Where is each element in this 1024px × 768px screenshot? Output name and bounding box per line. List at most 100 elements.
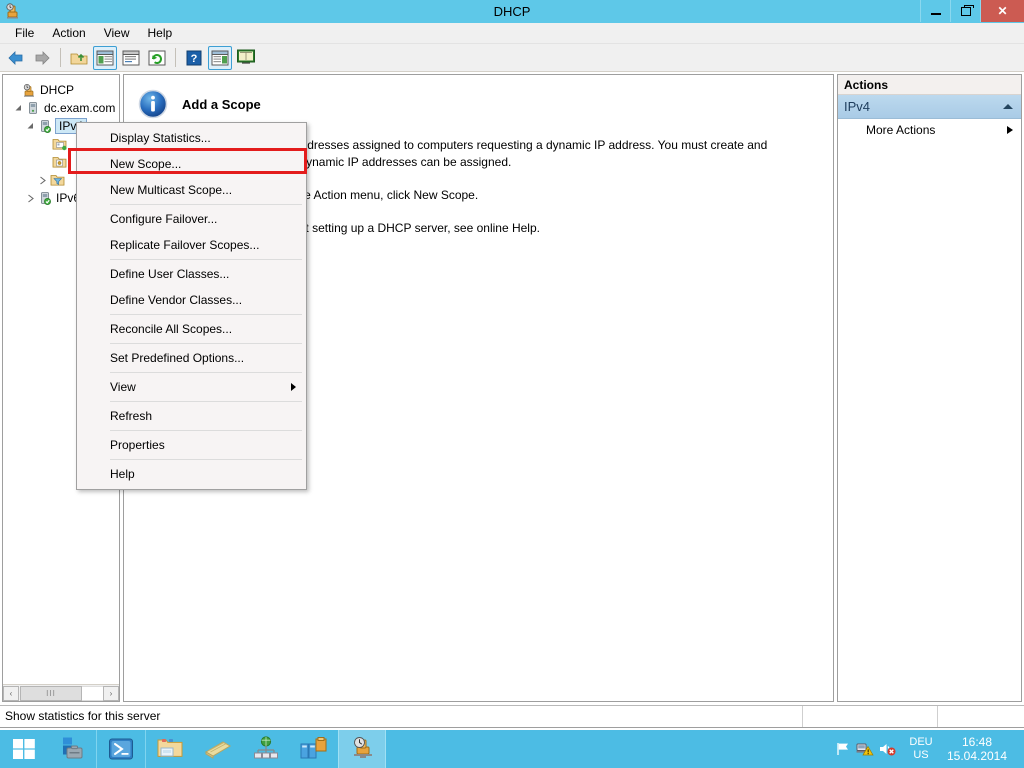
tree-twisty-expanded[interactable] [11, 99, 25, 117]
context-menu-separator [110, 459, 302, 460]
status-segment-2 [803, 706, 938, 727]
status-segment-3 [938, 706, 1024, 727]
actions-item-label: More Actions [866, 123, 936, 137]
up-folder-icon[interactable] [67, 46, 91, 70]
taskbar-dhcp-console[interactable] [338, 730, 386, 768]
context-menu-separator [110, 372, 302, 373]
context-menu-item-properties[interactable]: Properties [77, 432, 306, 458]
server-icon [25, 100, 41, 116]
svg-text:?: ? [191, 53, 198, 65]
context-menu-item-replicate-failover-scopes[interactable]: Replicate Failover Scopes... [77, 232, 306, 258]
minimize-button[interactable] [920, 0, 950, 22]
tree-horizontal-scrollbar[interactable]: ‹ III › [3, 684, 119, 701]
context-menu-separator [110, 401, 302, 402]
forward-arrow-icon[interactable] [30, 46, 54, 70]
context-menu-item-define-vendor-classes[interactable]: Define Vendor Classes... [77, 287, 306, 313]
toolbar-separator [60, 48, 61, 67]
context-menu-separator [110, 259, 302, 260]
context-menu-item-define-user-classes[interactable]: Define User Classes... [77, 261, 306, 287]
scroll-right-button[interactable]: › [103, 685, 119, 701]
content-header: Add a Scope [124, 75, 833, 119]
input-language-indicator[interactable]: DEU US [898, 736, 940, 762]
clock-date: 15.04.2014 [946, 749, 1008, 763]
tree-node-label: dc.exam.com [44, 101, 116, 115]
title-bar: DHCP ✕ [0, 0, 1024, 23]
language-line-1: DEU [909, 736, 933, 748]
taskbar-books[interactable] [194, 730, 242, 768]
taskbar-network[interactable] [242, 730, 290, 768]
context-menu-item-new-multicast-scope[interactable]: New Multicast Scope... [77, 177, 306, 203]
taskbar-dns-manager[interactable] [290, 730, 338, 768]
taskbar-server-manager[interactable] [48, 730, 96, 768]
context-menu-item-reconcile-all-scopes[interactable]: Reconcile All Scopes... [77, 316, 306, 342]
scope-folder-icon [51, 136, 67, 152]
context-menu-separator [110, 204, 302, 205]
start-button[interactable] [0, 730, 48, 768]
export-list-icon[interactable] [234, 46, 258, 70]
refresh-icon[interactable] [145, 46, 169, 70]
show-hide-action-pane-icon[interactable] [208, 45, 232, 70]
back-arrow-icon[interactable] [4, 46, 28, 70]
tree-twisty-collapsed[interactable] [35, 171, 49, 189]
toolbar: ? [0, 44, 1024, 72]
menu-view[interactable]: View [95, 24, 139, 43]
context-menu-item-view[interactable]: View [77, 374, 306, 400]
actions-group-ipv4[interactable]: IPv4 [838, 95, 1021, 119]
ipv4-server-icon [37, 118, 53, 134]
menu-bar: File Action View Help [0, 23, 1024, 44]
help-icon[interactable]: ? [182, 46, 206, 70]
tree-twisty-expanded[interactable] [23, 117, 37, 135]
status-bar: Show statistics for this server [0, 705, 1024, 728]
taskbar-powershell[interactable] [97, 730, 145, 768]
info-icon [138, 89, 168, 119]
clock-time: 16:48 [961, 735, 993, 749]
close-button[interactable]: ✕ [980, 0, 1024, 22]
content-title: Add a Scope [182, 96, 261, 112]
server-options-folder-icon [51, 154, 67, 170]
actions-pane-title: Actions [838, 75, 1021, 95]
tree-node-dc-exam-com[interactable]: dc.exam.com [3, 99, 119, 117]
network-warning-icon[interactable] [854, 730, 876, 768]
context-menu-item-refresh[interactable]: Refresh [77, 403, 306, 429]
status-message: Show statistics for this server [0, 706, 803, 727]
menu-file[interactable]: File [6, 24, 43, 43]
tree-twisty-none [7, 81, 21, 99]
context-menu-separator [110, 343, 302, 344]
window-title: DHCP [493, 4, 531, 19]
context-menu-item-set-predefined-options[interactable]: Set Predefined Options... [77, 345, 306, 371]
tree-twisty-collapsed[interactable] [23, 189, 37, 207]
context-menu-item-label: View [110, 380, 136, 394]
scroll-left-button[interactable]: ‹ [3, 685, 19, 701]
submenu-caret-icon [1007, 126, 1013, 134]
clock[interactable]: 16:48 15.04.2014 [940, 735, 1018, 763]
language-line-2: US [913, 749, 929, 761]
toolbar-separator-2 [175, 48, 176, 67]
actions-group-label: IPv4 [844, 99, 871, 114]
context-menu-separator [110, 314, 302, 315]
window-controls: ✕ [920, 0, 1024, 23]
dhcp-root-icon [21, 82, 37, 98]
scroll-thumb[interactable]: III [20, 685, 82, 701]
action-center-flag-icon[interactable] [832, 730, 854, 768]
actions-pane: Actions IPv4 More Actions [837, 74, 1022, 702]
system-tray: DEU US 16:48 15.04.2014 [832, 730, 1024, 768]
context-menu-item-help[interactable]: Help [77, 461, 306, 487]
actions-item-more-actions[interactable]: More Actions [838, 119, 1021, 141]
tree-node-dhcp[interactable]: DHCP [3, 81, 119, 99]
filters-folder-icon [49, 172, 65, 188]
collapse-caret-icon[interactable] [1003, 104, 1013, 109]
taskbar: DEU US 16:48 15.04.2014 [0, 730, 1024, 768]
taskbar-file-explorer[interactable] [146, 730, 194, 768]
maximize-button[interactable] [950, 0, 980, 22]
show-hide-tree-icon[interactable] [93, 45, 117, 70]
menu-action[interactable]: Action [43, 24, 94, 43]
context-menu-item-configure-failover[interactable]: Configure Failover... [77, 206, 306, 232]
dhcp-console-window: DHCP ✕ File Action View Help ? DHCP dc.e… [0, 0, 1024, 768]
context-menu: Display Statistics... New Scope... New M… [76, 122, 307, 490]
context-menu-item-new-scope[interactable]: New Scope... [77, 151, 306, 177]
context-menu-item-display-statistics[interactable]: Display Statistics... [77, 125, 306, 151]
properties-icon[interactable] [119, 46, 143, 70]
scroll-track[interactable] [82, 685, 103, 701]
menu-help[interactable]: Help [139, 24, 182, 43]
volume-muted-icon[interactable] [876, 730, 898, 768]
